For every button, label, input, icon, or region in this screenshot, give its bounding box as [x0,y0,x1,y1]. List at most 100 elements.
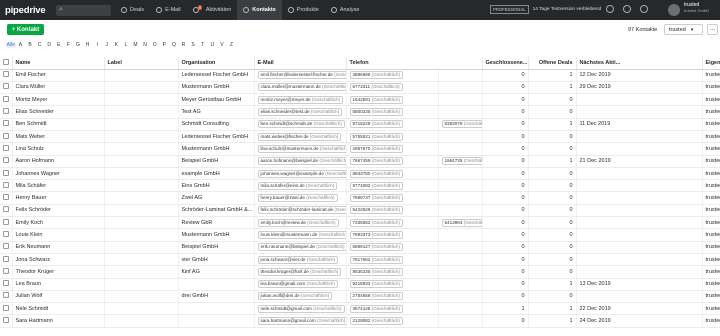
contact-name[interactable]: Theodor Krüger [12,265,105,279]
contact-phone-2[interactable]: 5383079 (Geschäftlich) [438,118,483,131]
row-select-cell[interactable] [0,81,13,95]
contact-label[interactable] [104,155,179,168]
contact-label[interactable] [104,105,179,119]
row-select-cell[interactable] [0,204,13,218]
email-chip[interactable]: nele.schmidt@gmail.com (Geschäftlich) [257,304,345,313]
contact-email[interactable]: mila.schäfer@eins.de (Geschäftlich) [254,179,347,193]
column-header-open-deals[interactable]: Offene Deals [528,57,577,70]
row-checkbox[interactable] [3,206,9,213]
row-select-cell[interactable] [0,142,13,156]
contact-organisation[interactable]: Ledersessel Fischer GmbH [178,130,255,144]
contact-organisation[interactable]: drei GmbH [178,290,255,304]
table-row[interactable]: Sara Hartmann sara.hartmann@gmail.com (Ge… [0,314,720,328]
table-row[interactable]: Lina Schulz Mustermann GmbH lina.schulz@mu… [0,142,720,156]
contact-email[interactable]: felix.schröder@schröder-laminat.de (Gesc… [254,204,347,218]
contact-name[interactable]: Elias Schneider [12,105,105,119]
next-activity-date[interactable] [576,191,703,205]
row-select-cell[interactable] [0,253,13,267]
contact-name[interactable]: Emil Fischer [12,69,105,82]
phone-chip[interactable]: 7336552 (Geschäftlich) [349,218,404,227]
contact-email[interactable]: jona.schwarz@vier.de (Geschäftlich) [254,253,347,267]
contact-organisation[interactable]: Mustermann GmbH [178,142,255,156]
alphabet-letter[interactable]: F [64,42,74,48]
table-row[interactable]: Emil Fischer Ledersessel Fischer GmbH emil… [0,69,720,82]
row-checkbox[interactable] [3,71,9,78]
row-checkbox[interactable] [3,108,9,115]
alphabet-letter[interactable]: N [140,42,150,48]
contact-email[interactable]: emily.koch@review.de (Geschäftlich) [254,216,347,230]
contact-label[interactable] [104,265,179,279]
table-row[interactable]: Mats Weber Ledersessel Fischer GmbH mats.w… [0,130,720,144]
nav-item-produkte[interactable]: Produkte [282,0,325,20]
contact-email[interactable]: mats.weber@fischer.de (Geschäftlich) [254,130,347,144]
phone-chip[interactable]: 5755521 (Geschäftlich) [349,132,404,141]
contact-label[interactable] [104,253,179,267]
row-checkbox[interactable] [3,292,9,299]
next-activity-date[interactable] [576,130,703,144]
next-activity-date[interactable] [576,253,703,267]
contact-phone[interactable]: 2129082 (Geschäftlich) [346,314,439,328]
contact-name[interactable]: Erik Neumann [12,241,105,254]
contact-phone-2[interactable]: 1964725 (Geschäftlich) [438,155,483,168]
row-checkbox[interactable] [3,231,9,237]
nav-item-deals[interactable]: Deals [115,0,150,20]
row-select-cell[interactable] [0,69,13,82]
email-chip[interactable]: moritz.meyer@meyer.de (Geschäftlich) [257,95,344,104]
phone-chip[interactable]: 5422626 (Geschäftlich) [349,206,404,215]
contact-phone-2[interactable] [438,167,483,181]
more-options-button[interactable]: ... [707,24,718,35]
alphabet-letter[interactable]: J [102,42,112,48]
phone-chip[interactable]: 9718229 (Geschäftlich) [349,120,404,129]
contact-label[interactable] [104,302,179,316]
next-activity-date[interactable]: 24 Dec 2019 [576,314,703,328]
owner-filter-select[interactable]: trusted ▾ [664,24,703,35]
row-checkbox[interactable] [3,280,9,287]
contact-label[interactable] [104,228,179,242]
contact-organisation[interactable]: Beispiel GmbH [178,155,255,168]
phone-chip[interactable]: 9218933 (Geschäftlich) [349,280,404,289]
contact-phone-2[interactable] [438,191,483,205]
alphabet-letter[interactable]: P [160,42,170,48]
email-chip[interactable]: louis.klein@mustermann.de (Geschäftlich) [257,231,345,239]
contact-phone[interactable]: 6773311 (Geschäftlich) [346,81,439,95]
contact-email[interactable]: emil.fischer@ledersessel-fischer.de (Ges… [254,69,347,82]
contact-label[interactable] [104,130,179,144]
row-select-cell[interactable] [0,93,13,107]
email-chip[interactable]: jona.schwarz@vier.de (Geschäftlich) [257,255,339,264]
contact-label[interactable] [104,93,179,107]
contact-name[interactable]: Jona Schwarz [12,253,105,267]
contact-name[interactable]: Moritz Meyer [12,93,105,107]
contact-label[interactable] [104,81,179,95]
table-row[interactable]: Louis Klein Mustermann GmbH louis.klein@mu… [0,228,720,242]
next-activity-date[interactable] [576,142,703,156]
contact-name[interactable]: Sara Hartmann [12,314,105,328]
contact-label[interactable] [104,290,179,304]
row-select-cell[interactable] [0,290,13,304]
row-checkbox[interactable] [3,267,9,274]
contact-name[interactable]: Felix Schröder [12,204,105,218]
column-header-email[interactable]: E-Mail [254,57,347,70]
next-activity-date[interactable] [576,216,703,230]
next-activity-date[interactable]: 22 Dec 2019 [576,302,703,316]
contact-organisation[interactable]: vier GmbH [178,253,255,267]
row-select-cell[interactable] [0,278,13,291]
table-row[interactable]: Felix Schröder Schröder-Laminat GmbH &...… [0,204,720,218]
contact-email[interactable]: lea.braun@gmail.com (Geschäftlich) [254,278,347,291]
global-search-input[interactable]: ⌕ [56,4,111,16]
contact-organisation[interactable]: Test AG [178,105,255,119]
next-activity-date[interactable] [576,105,703,119]
column-header-name[interactable]: Name [12,57,105,70]
email-chip[interactable]: henry.bauer@zwei.de (Geschäftlich) [257,194,338,203]
row-select-cell[interactable] [0,216,13,230]
alphabet-letter[interactable]: D [44,42,54,48]
contact-phone-2[interactable] [438,302,483,316]
phone-chip[interactable]: 1964725 (Geschäftlich) [441,157,481,166]
contact-label[interactable] [104,142,179,156]
contact-phone-2[interactable] [438,130,483,144]
phone-chip[interactable]: 6413964 (Geschäftlich) [441,218,481,227]
row-checkbox[interactable] [3,157,9,164]
email-chip[interactable]: sara.hartmann@gmail.com (Geschäftlich) [257,317,345,326]
contact-label[interactable] [104,179,179,193]
row-checkbox[interactable] [3,83,9,90]
contact-email[interactable]: elias.schneider@test.de (Geschäftlich) [254,105,347,119]
